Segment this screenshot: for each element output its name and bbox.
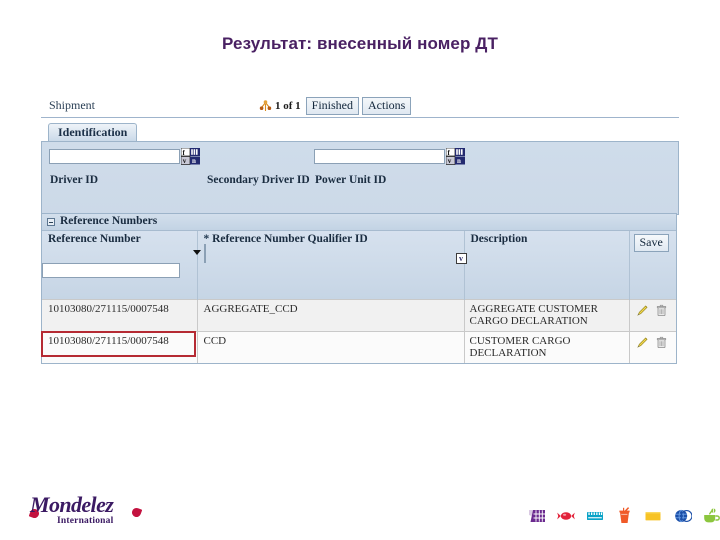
biscuit-icon [585, 506, 605, 526]
reference-numbers-title: Reference Numbers [60, 215, 158, 227]
svg-text:v: v [448, 157, 452, 165]
validate-chip-icon[interactable]: v [455, 253, 467, 264]
cell-reference-number: 10103080/271115/0007548 [48, 335, 169, 347]
reference-numbers-table: Reference Number * Reference Number Qual… [41, 231, 677, 363]
candy-icon [556, 506, 576, 526]
cell-qualifier: CCD [203, 335, 227, 347]
table-header-row: Reference Number * Reference Number Qual… [42, 231, 676, 300]
gum-icon [672, 506, 693, 526]
svg-text:v: v [183, 157, 187, 165]
actions-button[interactable]: Actions [362, 97, 412, 115]
fv-lookup-icon[interactable]: f v n [180, 147, 200, 165]
driver-id-label: Driver ID [50, 174, 99, 186]
pencil-icon[interactable] [636, 336, 649, 349]
power-unit-id-label: Power Unit ID [315, 174, 387, 186]
column-actions: Save [629, 231, 676, 300]
logo-wordmark: Mondelez [30, 492, 114, 517]
record-navigation: 1 of 1 Finished Actions [259, 97, 412, 115]
reference-numbers-header: Reference Numbers [42, 214, 676, 231]
svg-text:n: n [192, 157, 196, 165]
tab-identification[interactable]: Identification [48, 123, 138, 142]
power-unit-id-input[interactable] [314, 149, 445, 164]
svg-text:n: n [457, 157, 461, 165]
mondelez-logo: Mondelez International [28, 492, 150, 531]
qualifier-id-select[interactable] [192, 244, 206, 263]
secondary-driver-id-label: Secondary Driver ID [207, 174, 310, 186]
branch-hierarchy-icon [259, 99, 272, 113]
reference-numbers-section: Reference Numbers Reference Number * Ref… [41, 213, 677, 364]
trash-icon[interactable] [655, 304, 668, 317]
page-title: Результат: внесенный номер ДТ [222, 34, 498, 53]
shipment-application-panel: Shipment 1 of 1 Finished Actions Identif… [41, 96, 679, 364]
save-button[interactable]: Save [633, 234, 669, 252]
cell-description: AGGREGATE CUSTOMER CARGO DECLARATION [469, 303, 598, 327]
logo-subtitle: International [57, 516, 114, 526]
trash-icon[interactable] [655, 336, 668, 349]
column-header-label: Reference Number Qualifier ID [212, 233, 368, 245]
driver-id-input[interactable] [49, 149, 180, 164]
reference-number-input[interactable] [42, 263, 180, 278]
row-actions [630, 300, 677, 317]
product-category-icons [527, 506, 720, 526]
beverage-icon [614, 506, 634, 526]
column-qualifier-id: * Reference Number Qualifier ID v [192, 231, 467, 300]
fv-lookup-icon[interactable]: f v n [445, 147, 465, 165]
coffee-icon [701, 506, 720, 526]
cell-description: CUSTOMER CARGO DECLARATION [469, 335, 571, 359]
cell-qualifier: AGGREGATE_CCD [203, 303, 298, 315]
row-actions [630, 332, 677, 349]
app-toolbar: Shipment 1 of 1 Finished Actions [41, 96, 679, 118]
chocolate-bar-icon [527, 506, 547, 526]
finished-button[interactable]: Finished [305, 97, 360, 115]
cell-reference-number: 10103080/271115/0007548 [48, 303, 169, 315]
table-row[interactable]: 10103080/271115/0007548 CCD CUSTOMER CAR… [41, 331, 677, 363]
identification-panel: f v n f v n Driver ID Secondary Driver I… [41, 141, 679, 215]
column-header-label: Description [470, 233, 528, 245]
module-label: Shipment [49, 98, 96, 112]
cheese-icon [643, 506, 663, 526]
column-header-label: Reference Number [48, 233, 141, 245]
chevron-down-icon [192, 250, 201, 255]
column-reference-number: Reference Number [42, 231, 198, 300]
table-row[interactable]: 10103080/271115/0007548 AGGREGATE_CCD AG… [42, 299, 677, 332]
pencil-icon[interactable] [636, 304, 649, 317]
collapse-toggle-icon[interactable] [47, 218, 55, 226]
tab-strip: Identification [41, 123, 679, 142]
record-count-label: 1 of 1 [275, 100, 301, 112]
column-description: Description [464, 231, 630, 300]
